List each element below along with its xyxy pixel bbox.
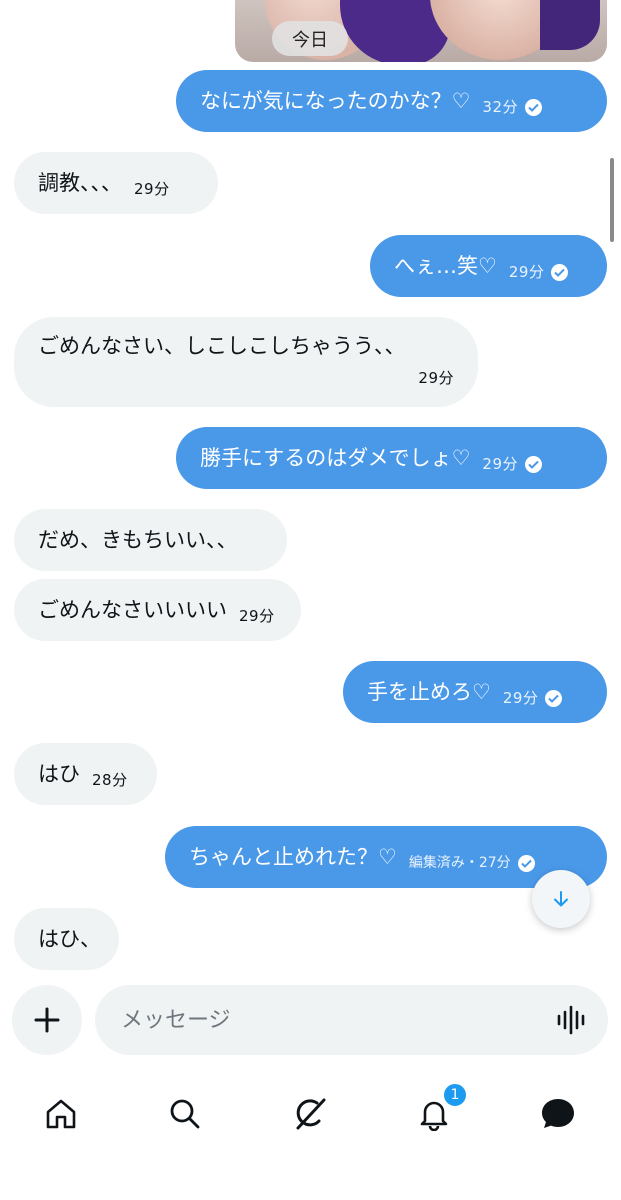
message-bubble-incoming[interactable]: 調教、、、 29分 (14, 152, 218, 214)
message-text: だめ、きもちいい、、 (38, 528, 238, 552)
arrow-down-icon (554, 891, 568, 907)
chat-bubble-icon (542, 1099, 574, 1128)
message-bubble-outgoing[interactable]: なにが気になったのかな？♡ 32分 (176, 70, 607, 132)
message-time: 29分 (134, 180, 170, 198)
plus-icon (34, 1007, 60, 1033)
message-text: 手を止めろ♡ (367, 680, 491, 704)
message-text: へぇ…笑♡ (394, 254, 497, 278)
read-check-icon (517, 854, 535, 872)
message-time: 29分 (502, 689, 539, 707)
message-text: 勝手にするのはダメでしょ♡ (200, 446, 471, 470)
message-bubble-incoming[interactable]: だめ、きもちいい、、 (14, 509, 287, 571)
message-text: 調教、、、 (38, 171, 122, 195)
message-time: 28分 (92, 771, 128, 789)
message-bubble-outgoing[interactable]: へぇ…笑♡ 29分 (370, 235, 607, 297)
scroll-to-bottom-button[interactable] (532, 870, 590, 928)
tab-search[interactable] (155, 1084, 215, 1144)
grok-icon (296, 1098, 326, 1130)
add-attachment-button[interactable] (12, 985, 82, 1055)
message-text: ごめんなさいいいい (38, 598, 227, 622)
home-icon (46, 1099, 76, 1129)
message-text: はひ (38, 762, 80, 786)
tab-messages[interactable] (528, 1084, 588, 1144)
message-time: 編集済み・27分 (408, 855, 511, 871)
bottom-tab-bar (0, 1070, 621, 1200)
message-text: ごめんなさい、しこしこしちゃうう、、 (38, 334, 406, 358)
message-time: 29分 (482, 455, 518, 473)
tab-grok[interactable] (280, 1084, 340, 1144)
message-bubble-incoming[interactable]: はひ 28分 (14, 743, 157, 805)
message-bubble-outgoing[interactable]: 手を止めろ♡ 29分 (343, 661, 607, 723)
message-time: 29分 (239, 607, 275, 625)
message-time: 29分 (508, 263, 545, 281)
message-time: 29分 (418, 369, 454, 387)
read-check-icon (525, 98, 542, 116)
scrollbar[interactable] (610, 158, 614, 242)
image-content (540, 0, 600, 50)
notification-badge: 1 (442, 1082, 468, 1108)
message-bubble-incoming[interactable]: ごめんなさいいいい 29分 (14, 579, 301, 641)
message-bubble-outgoing[interactable]: 勝手にするのはダメでしょ♡ 29分 (176, 427, 607, 489)
message-time: 32分 (482, 98, 518, 116)
message-text: はひ、 (38, 927, 101, 951)
search-icon (170, 1099, 200, 1129)
read-check-icon (545, 689, 563, 707)
message-text: ちゃんと止めれた？♡ (189, 845, 397, 869)
read-check-icon (525, 455, 542, 473)
voice-message-icon[interactable] (556, 1005, 588, 1035)
tab-home[interactable] (31, 1084, 91, 1144)
read-check-icon (551, 263, 569, 281)
date-divider: 今日 (272, 21, 348, 56)
message-input[interactable] (95, 985, 608, 1055)
message-bubble-incoming[interactable]: はひ、 (14, 908, 119, 970)
message-text: なにが気になったのかな？♡ (200, 89, 471, 113)
message-bubble-incoming[interactable]: ごめんなさい、しこしこしちゃうう、、 29分 (14, 317, 478, 407)
